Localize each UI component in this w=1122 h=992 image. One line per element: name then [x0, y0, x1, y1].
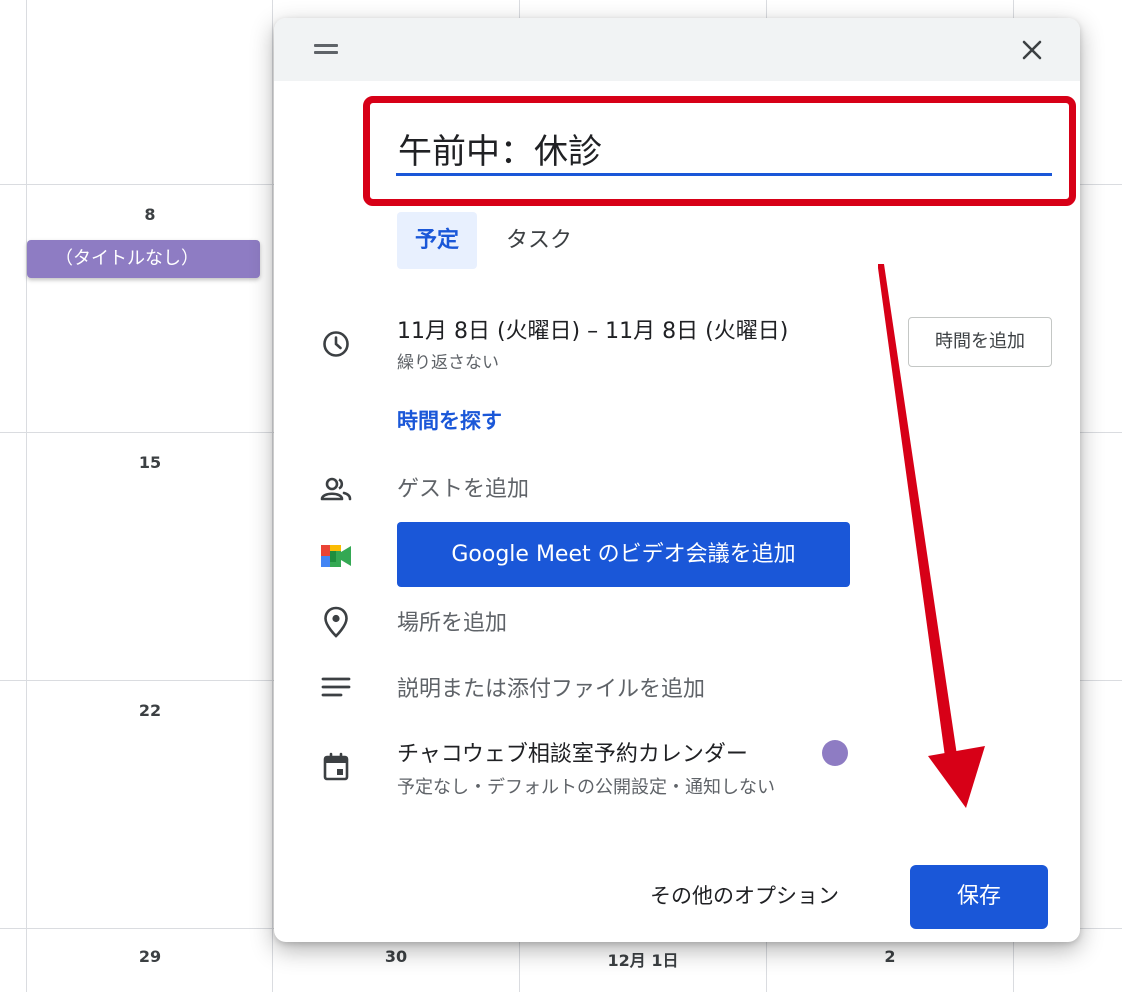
day-number[interactable]: 12月 1日	[520, 947, 766, 971]
grid-line	[26, 0, 27, 992]
drag-handle-icon[interactable]	[314, 44, 338, 54]
add-google-meet-button[interactable]: Google Meet のビデオ会議を追加	[397, 522, 850, 587]
calendar-color-dot	[822, 740, 848, 766]
notes-icon	[318, 669, 354, 705]
find-time-link[interactable]: 時間を探す	[397, 405, 502, 435]
day-number[interactable]: 22	[27, 701, 273, 720]
calendar-icon	[318, 749, 354, 785]
add-description-field[interactable]: 説明または添付ファイルを追加	[397, 671, 705, 703]
title-input-underline	[396, 173, 1052, 176]
event-quick-create-dialog: 予定 タスク 11月 8日 (火曜日) – 11月 8日 (火曜日) 繰り返さな…	[274, 18, 1080, 942]
google-meet-icon	[318, 538, 354, 574]
add-guests-field[interactable]: ゲストを追加	[397, 471, 529, 503]
day-number[interactable]: 8	[27, 205, 273, 224]
day-number[interactable]: 15	[27, 453, 273, 472]
day-number[interactable]: 30	[273, 947, 519, 966]
add-location-field[interactable]: 場所を追加	[397, 605, 507, 637]
tab-event[interactable]: 予定	[397, 212, 477, 269]
close-icon	[1022, 40, 1042, 60]
dialog-header	[274, 18, 1080, 81]
calendar-visibility-details[interactable]: 予定なし・デフォルトの公開設定・通知しない	[397, 773, 775, 799]
calendar-selector[interactable]: チャコウェブ相談室予約カレンダー	[397, 736, 748, 768]
people-icon	[318, 471, 354, 507]
event-chip-untitled[interactable]: （タイトルなし）	[27, 240, 260, 278]
event-date-range[interactable]: 11月 8日 (火曜日) – 11月 8日 (火曜日)	[397, 313, 788, 345]
repeat-setting[interactable]: 繰り返さない	[397, 348, 499, 373]
day-number[interactable]: 2	[767, 947, 1013, 966]
more-options-button[interactable]: その他のオプション	[650, 880, 839, 910]
grid-line	[272, 0, 273, 992]
add-time-button[interactable]: 時間を追加	[908, 317, 1052, 367]
tab-task[interactable]: タスク	[506, 212, 596, 269]
clock-icon	[318, 326, 354, 362]
close-button[interactable]	[1016, 34, 1048, 66]
day-number[interactable]: 29	[27, 947, 273, 966]
save-button[interactable]: 保存	[910, 865, 1048, 929]
event-title-input[interactable]	[396, 118, 1054, 178]
location-pin-icon	[318, 604, 354, 640]
